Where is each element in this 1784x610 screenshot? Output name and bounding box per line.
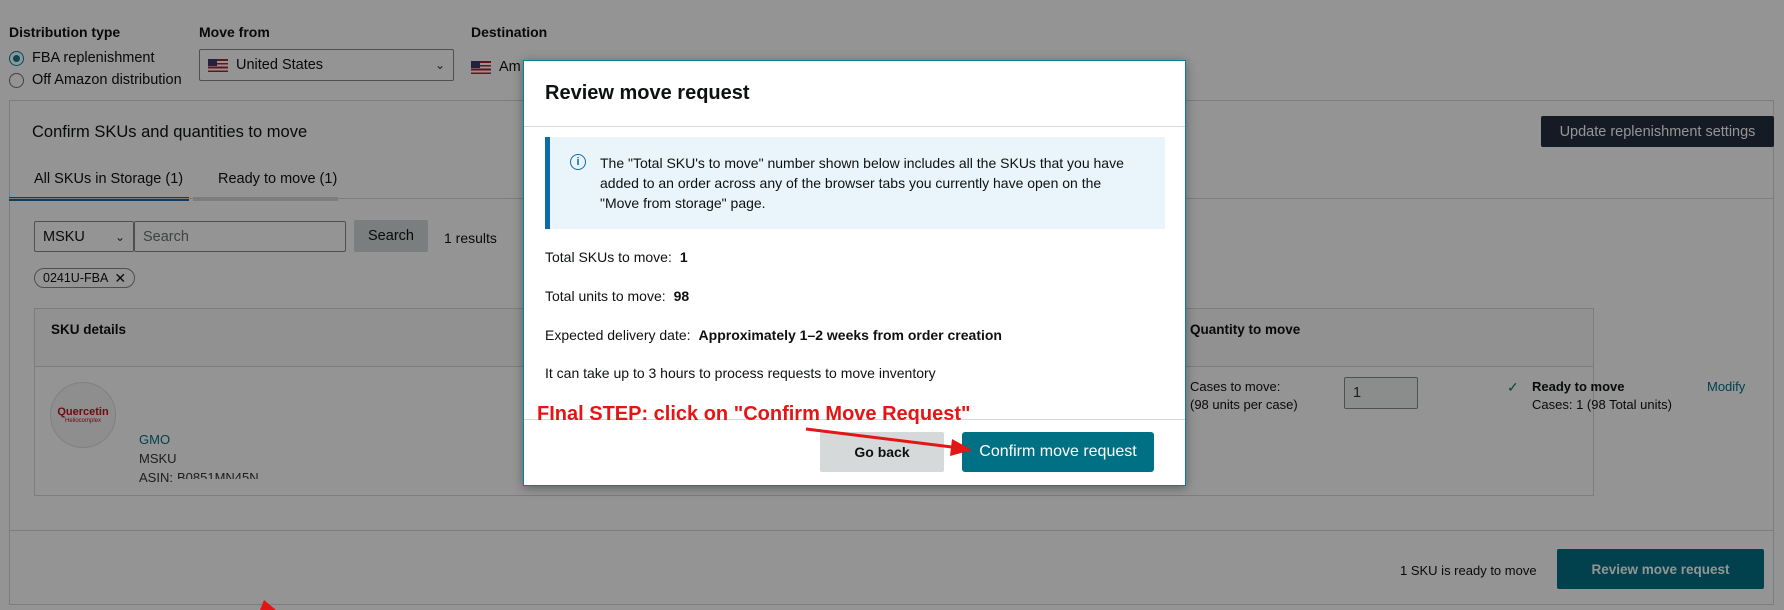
info-icon: i [570, 154, 586, 170]
confirm-move-request-button[interactable]: Confirm move request [962, 432, 1154, 472]
total-skus-label: Total SKUs to move: [545, 249, 672, 265]
delivery-row: Expected delivery date: Approximately 1–2… [545, 327, 1002, 343]
annotation-arrow-icon [805, 427, 972, 456]
info-alert: i The "Total SKU's to move" number shown… [545, 137, 1165, 229]
total-skus-row: Total SKUs to move: 1 [545, 249, 688, 265]
total-units-row: Total units to move: 98 [545, 288, 689, 304]
modal-title: Review move request [524, 61, 1185, 127]
delivery-value: Approximately 1–2 weeks from order creat… [698, 327, 1002, 343]
arrow-fragment-icon [260, 600, 276, 610]
total-units-label: Total units to move: [545, 288, 666, 304]
total-units-value: 98 [673, 288, 690, 304]
processing-note: It can take up to 3 hours to process req… [545, 365, 936, 381]
total-skus-value: 1 [679, 249, 688, 265]
info-text: The "Total SKU's to move" number shown b… [600, 155, 1124, 211]
delivery-label: Expected delivery date: [545, 327, 691, 343]
